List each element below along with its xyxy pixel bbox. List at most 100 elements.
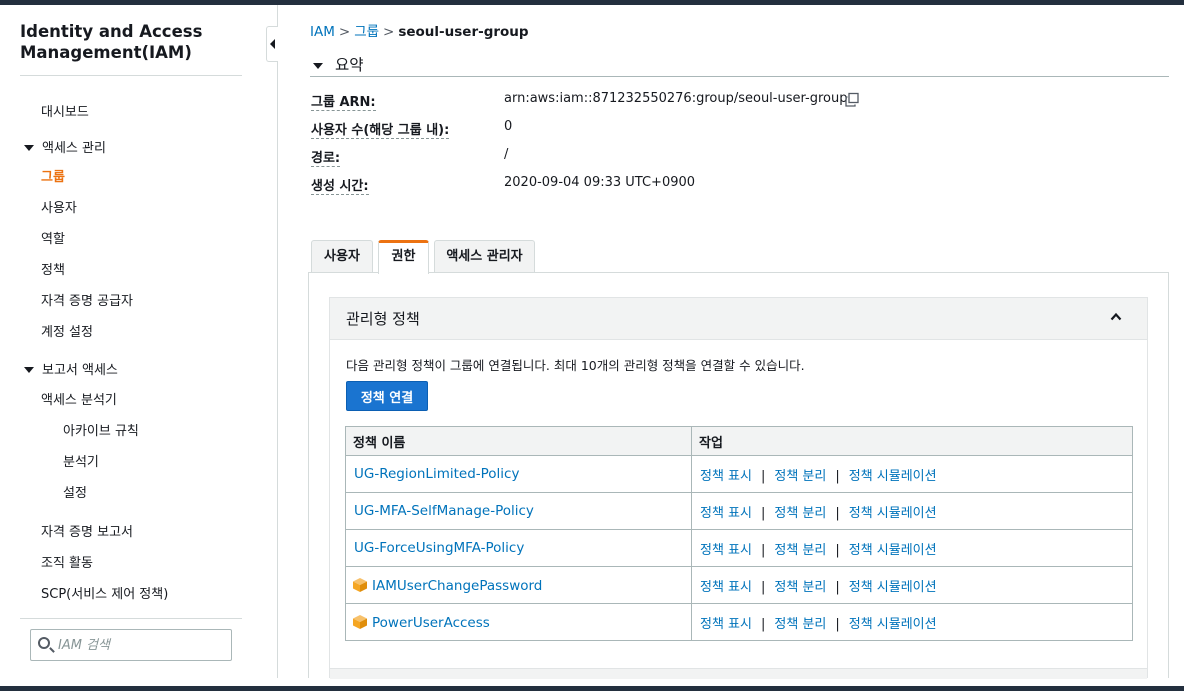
column-header-actions: 작업 [691, 426, 1133, 456]
nav-section-access-management[interactable]: 액세스 관리 [24, 137, 106, 156]
policy-name-link[interactable]: UG-ForceUsingMFA-Policy [354, 540, 524, 556]
nav-access-analyzer[interactable]: 액세스 분석기 [41, 389, 117, 408]
policy-name-cell: IAMUserChangePassword [345, 566, 692, 604]
managed-policies-panel: 관리형 정책 다음 관리형 정책이 그룹에 연결됩니다. 최대 10개의 관리형… [329, 297, 1148, 679]
policy-name-link[interactable]: UG-MFA-SelfManage-Policy [354, 503, 534, 519]
show-policy-link[interactable]: 정책 표시 [700, 617, 752, 632]
nav-credential-report[interactable]: 자격 증명 보고서 [41, 521, 133, 540]
policy-name-link[interactable]: PowerUserAccess [372, 615, 490, 631]
nav-groups[interactable]: 그룹 [41, 166, 65, 185]
nav-analyzers[interactable]: 분석기 [63, 451, 99, 470]
detach-policy-link[interactable]: 정책 분리 [774, 580, 826, 595]
tab-permissions[interactable]: 권한 [378, 240, 429, 274]
chevron-up-icon[interactable] [1110, 311, 1122, 323]
action-separator: | [835, 468, 840, 484]
policy-name-cell: UG-MFA-SelfManage-Policy [345, 492, 692, 530]
policy-actions-cell: 정책 표시 | 정책 분리 | 정책 시뮬레이션 [691, 603, 1133, 641]
simulate-policy-link[interactable]: 정책 시뮬레이션 [849, 580, 937, 595]
nav-roles[interactable]: 역할 [41, 228, 65, 247]
simulate-policy-link[interactable]: 정책 시뮬레이션 [849, 469, 937, 484]
managed-policies-header[interactable]: 관리형 정책 [330, 298, 1147, 340]
iam-search-input[interactable] [58, 635, 226, 655]
nav-account-settings[interactable]: 계정 설정 [41, 321, 93, 340]
table-row: UG-MFA-SelfManage-Policy 정책 표시 | 정책 분리 | 정책 시… [345, 492, 1133, 530]
action-separator: | [835, 616, 840, 632]
breadcrumb-groups[interactable]: 그룹 [354, 24, 379, 40]
breadcrumb-separator: > [383, 24, 395, 40]
column-header-policy-name: 정책 이름 [345, 426, 692, 456]
breadcrumb: IAM > 그룹 > seoul-user-group [310, 20, 529, 40]
panel-footer [330, 668, 1147, 679]
summary-toggle[interactable]: 요약 [313, 53, 364, 75]
policy-name-link[interactable]: IAMUserChangePassword [372, 578, 542, 594]
group-arn-label: 그룹 ARN: [311, 95, 376, 111]
divider [20, 618, 242, 619]
policy-name-cell: UG-RegionLimited-Policy [345, 455, 692, 493]
nav-organization-activity[interactable]: 조직 활동 [41, 552, 93, 571]
copy-icon[interactable] [844, 92, 860, 108]
sidebar-collapse-toggle[interactable] [266, 26, 278, 62]
tab-access-advisor[interactable]: 액세스 관리자 [434, 240, 535, 273]
nav-policies[interactable]: 정책 [41, 259, 65, 278]
path-label: 경로: [311, 151, 341, 167]
nav-section-reports-access[interactable]: 보고서 액세스 [24, 359, 118, 378]
detach-policy-link[interactable]: 정책 분리 [774, 617, 826, 632]
show-policy-link[interactable]: 정책 표시 [700, 506, 752, 521]
policy-name-link[interactable]: UG-RegionLimited-Policy [354, 466, 519, 482]
simulate-policy-link[interactable]: 정책 시뮬레이션 [849, 617, 937, 632]
caret-down-icon [24, 145, 34, 151]
managed-policies-description: 다음 관리형 정책이 그룹에 연결됩니다. 최대 10개의 관리형 정책을 연결… [346, 358, 805, 373]
managed-policies-title: 관리형 정책 [346, 310, 420, 328]
table-row: PowerUserAccess 정책 표시 | 정책 분리 | 정책 시뮬레이션 [345, 603, 1133, 641]
tab-users[interactable]: 사용자 [311, 240, 373, 273]
caret-down-icon [24, 367, 34, 373]
show-policy-link[interactable]: 정책 표시 [700, 543, 752, 558]
aws-managed-box-icon [353, 577, 367, 592]
attach-policy-button[interactable]: 정책 연결 [346, 381, 428, 411]
simulate-policy-link[interactable]: 정책 시뮬레이션 [849, 543, 937, 558]
show-policy-link[interactable]: 정책 표시 [700, 469, 752, 484]
simulate-policy-link[interactable]: 정책 시뮬레이션 [849, 506, 937, 521]
iam-search-box[interactable] [30, 629, 232, 661]
bottom-bar [0, 686, 1184, 691]
action-separator: | [760, 505, 766, 521]
policy-actions-cell: 정책 표시 | 정책 분리 | 정책 시뮬레이션 [691, 492, 1133, 530]
divider [310, 76, 1169, 77]
detach-policy-link[interactable]: 정책 분리 [774, 543, 826, 558]
action-separator: | [760, 616, 766, 632]
nav-dashboard[interactable]: 대시보드 [41, 101, 89, 120]
policy-actions-cell: 정책 표시 | 정책 분리 | 정책 시뮬레이션 [691, 566, 1133, 604]
table-row: IAMUserChangePassword 정책 표시 | 정책 분리 | 정책 시뮬레이… [345, 566, 1133, 604]
breadcrumb-current: seoul-user-group [398, 24, 529, 40]
action-separator: | [835, 542, 840, 558]
policies-table: 정책 이름 작업 UG-RegionLimited-Policy 정책 표시 | 정책… [345, 426, 1133, 641]
action-separator: | [760, 468, 766, 484]
group-arn-value: arn:aws:iam::871232550276:group/seoul-us… [504, 91, 848, 106]
sidebar: Identity and Access Management(IAM) 대시보드… [0, 5, 278, 678]
nav-analyzer-settings[interactable]: 설정 [63, 482, 87, 501]
nav-identity-providers[interactable]: 자격 증명 공급자 [41, 290, 133, 309]
policy-name-cell: UG-ForceUsingMFA-Policy [345, 529, 692, 567]
policy-actions-cell: 정책 표시 | 정책 분리 | 정책 시뮬레이션 [691, 455, 1133, 493]
user-count-value: 0 [504, 119, 513, 134]
action-separator: | [835, 579, 840, 595]
summary-heading: 요약 [335, 56, 364, 74]
user-count-label: 사용자 수(해당 그룹 내): [311, 123, 450, 139]
caret-down-icon [313, 63, 323, 69]
sidebar-title: Identity and Access Management(IAM) [20, 22, 203, 62]
policy-name-cell: PowerUserAccess [345, 603, 692, 641]
nav-archive-rules[interactable]: 아카이브 규칙 [63, 420, 139, 439]
action-separator: | [760, 542, 766, 558]
detach-policy-link[interactable]: 정책 분리 [774, 469, 826, 484]
detach-policy-link[interactable]: 정책 분리 [774, 506, 826, 521]
breadcrumb-iam[interactable]: IAM [310, 24, 335, 40]
show-policy-link[interactable]: 정책 표시 [700, 580, 752, 595]
nav-users[interactable]: 사용자 [41, 197, 77, 216]
action-separator: | [760, 579, 766, 595]
action-separator: | [835, 505, 840, 521]
table-row: UG-ForceUsingMFA-Policy 정책 표시 | 정책 분리 | 정책 시뮬… [345, 529, 1133, 567]
divider [20, 75, 242, 76]
policy-actions-cell: 정책 표시 | 정책 분리 | 정책 시뮬레이션 [691, 529, 1133, 567]
nav-scp[interactable]: SCP(서비스 제어 정책) [41, 583, 168, 602]
creation-time-value: 2020-09-04 09:33 UTC+0900 [504, 175, 696, 190]
